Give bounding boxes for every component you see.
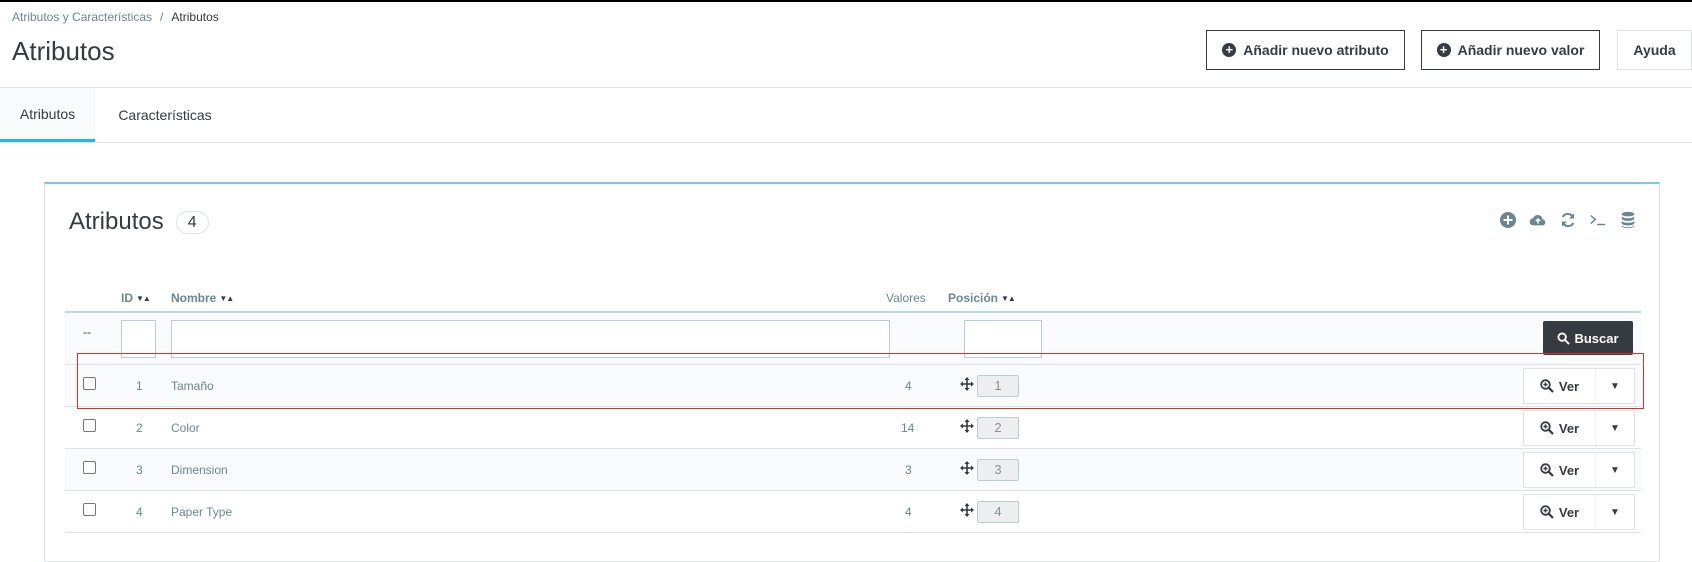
- row-actions: Ver ▼: [1523, 494, 1635, 530]
- table-row[interactable]: 4 Paper Type 4 4 Ver ▼: [65, 491, 1641, 533]
- add-icon[interactable]: [1499, 210, 1517, 230]
- add-value-label: Añadir nuevo valor: [1457, 42, 1585, 58]
- row-id: 3: [136, 463, 143, 477]
- zoom-in-icon: [1540, 505, 1554, 519]
- plus-circle-icon: +: [1436, 43, 1451, 57]
- row-id: 1: [136, 379, 143, 393]
- column-name-label: Nombre: [171, 291, 217, 305]
- cloud-upload-icon[interactable]: [1529, 210, 1547, 230]
- sort-icon[interactable]: ▼▲: [136, 294, 151, 303]
- row-checkbox[interactable]: [83, 461, 96, 474]
- drag-handle-icon[interactable]: [960, 461, 974, 475]
- zoom-in-icon: [1540, 379, 1554, 393]
- sort-icon[interactable]: ▼▲: [1001, 294, 1016, 303]
- row-checkbox[interactable]: [83, 503, 96, 516]
- column-position-label: Posición: [948, 291, 999, 305]
- row-values: 4: [905, 379, 912, 393]
- row-checkbox[interactable]: [83, 377, 96, 390]
- table-header: ID ▼▲ Nombre ▼▲ Valores Posición ▼▲: [65, 283, 1641, 313]
- page-title: Atributos: [12, 36, 115, 66]
- name-filter-input[interactable]: [171, 320, 890, 358]
- view-button[interactable]: Ver: [1524, 369, 1596, 403]
- search-icon: [1557, 331, 1571, 345]
- row-id: 4: [136, 505, 143, 519]
- row-values: 14: [901, 421, 915, 435]
- add-attribute-button[interactable]: + Añadir nuevo atributo: [1206, 30, 1405, 70]
- row-name: Paper Type: [171, 505, 233, 519]
- breadcrumb: Atributos y Características / Atributos: [12, 10, 219, 24]
- card-title: Atributos 4: [69, 208, 209, 236]
- breadcrumb-parent-link[interactable]: Atributos y Características: [12, 10, 152, 24]
- zoom-in-icon: [1540, 463, 1554, 477]
- filter-dash: --: [83, 325, 91, 339]
- row-checkbox[interactable]: [83, 419, 96, 432]
- tab-attributes-label: Atributos: [19, 105, 76, 122]
- row-values: 4: [905, 505, 912, 519]
- breadcrumb-separator: /: [160, 10, 164, 24]
- table-row[interactable]: 1 Tamaño 4 1 Ver ▼: [65, 365, 1641, 407]
- row-values: 3: [905, 463, 912, 477]
- add-value-button[interactable]: + Añadir nuevo valor: [1421, 30, 1600, 70]
- row-name: Dimension: [171, 463, 228, 477]
- row-id: 2: [136, 421, 143, 435]
- row-name: Color: [171, 421, 200, 435]
- view-label: Ver: [1558, 504, 1580, 520]
- add-attribute-label: Añadir nuevo atributo: [1243, 42, 1389, 58]
- row-name: Tamaño: [171, 379, 214, 393]
- dropdown-caret-icon[interactable]: ▼: [1596, 495, 1634, 529]
- search-button-label: Buscar: [1574, 330, 1619, 346]
- position-value: 1: [977, 375, 1019, 397]
- drag-handle-icon[interactable]: [960, 419, 974, 433]
- column-values-label: Valores: [886, 291, 926, 305]
- view-label: Ver: [1558, 420, 1580, 436]
- drag-handle-icon[interactable]: [960, 377, 974, 391]
- card-toolbar: [1499, 210, 1637, 230]
- sort-icon[interactable]: ▼▲: [219, 294, 234, 303]
- tab-bar: Atributos Características: [0, 88, 1692, 143]
- drag-handle-icon[interactable]: [960, 503, 974, 517]
- column-id[interactable]: ID ▼▲: [121, 291, 151, 305]
- refresh-icon[interactable]: [1559, 210, 1577, 230]
- row-actions: Ver ▼: [1523, 452, 1635, 488]
- column-id-label: ID: [121, 291, 133, 305]
- count-badge: 4: [175, 210, 209, 234]
- view-label: Ver: [1558, 378, 1580, 394]
- position-filter-input[interactable]: [964, 320, 1042, 358]
- tab-features[interactable]: Características: [100, 88, 230, 142]
- view-button[interactable]: Ver: [1524, 411, 1596, 445]
- breadcrumb-current: Atributos: [171, 10, 219, 24]
- column-position[interactable]: Posición ▼▲: [948, 291, 1016, 305]
- dropdown-caret-icon[interactable]: ▼: [1596, 453, 1634, 487]
- page-header: Atributos y Características / Atributos At…: [0, 2, 1692, 88]
- dropdown-caret-icon[interactable]: ▼: [1596, 369, 1634, 403]
- position-value: 2: [977, 417, 1019, 439]
- row-actions: Ver ▼: [1523, 368, 1635, 404]
- view-button[interactable]: Ver: [1524, 495, 1596, 529]
- tab-features-label: Características: [118, 107, 212, 123]
- plus-circle-icon: +: [1222, 43, 1237, 57]
- search-button[interactable]: Buscar: [1543, 321, 1633, 355]
- dropdown-caret-icon[interactable]: ▼: [1596, 411, 1634, 445]
- position-value: 3: [977, 459, 1019, 481]
- help-button[interactable]: Ayuda: [1617, 30, 1692, 70]
- view-label: Ver: [1558, 462, 1580, 478]
- id-filter-input[interactable]: [121, 320, 156, 358]
- card-title-text: Atributos: [69, 208, 164, 235]
- zoom-in-icon: [1540, 421, 1554, 435]
- view-button[interactable]: Ver: [1524, 453, 1596, 487]
- terminal-icon[interactable]: [1589, 210, 1607, 230]
- tab-attributes[interactable]: Atributos: [0, 88, 95, 142]
- help-label: Ayuda: [1633, 42, 1676, 58]
- attributes-card: Atributos 4 ID ▼▲ Nombre ▼▲ Valores Posi…: [44, 182, 1660, 562]
- column-values: Valores: [886, 291, 926, 305]
- database-icon[interactable]: [1619, 210, 1637, 230]
- column-name[interactable]: Nombre ▼▲: [171, 291, 234, 305]
- filter-row: -- -- Buscar: [65, 313, 1641, 365]
- position-value: 4: [977, 501, 1019, 523]
- table-row[interactable]: 3 Dimension 3 3 Ver ▼: [65, 449, 1641, 491]
- row-actions: Ver ▼: [1523, 410, 1635, 446]
- table-row[interactable]: 2 Color 14 2 Ver ▼: [65, 407, 1641, 449]
